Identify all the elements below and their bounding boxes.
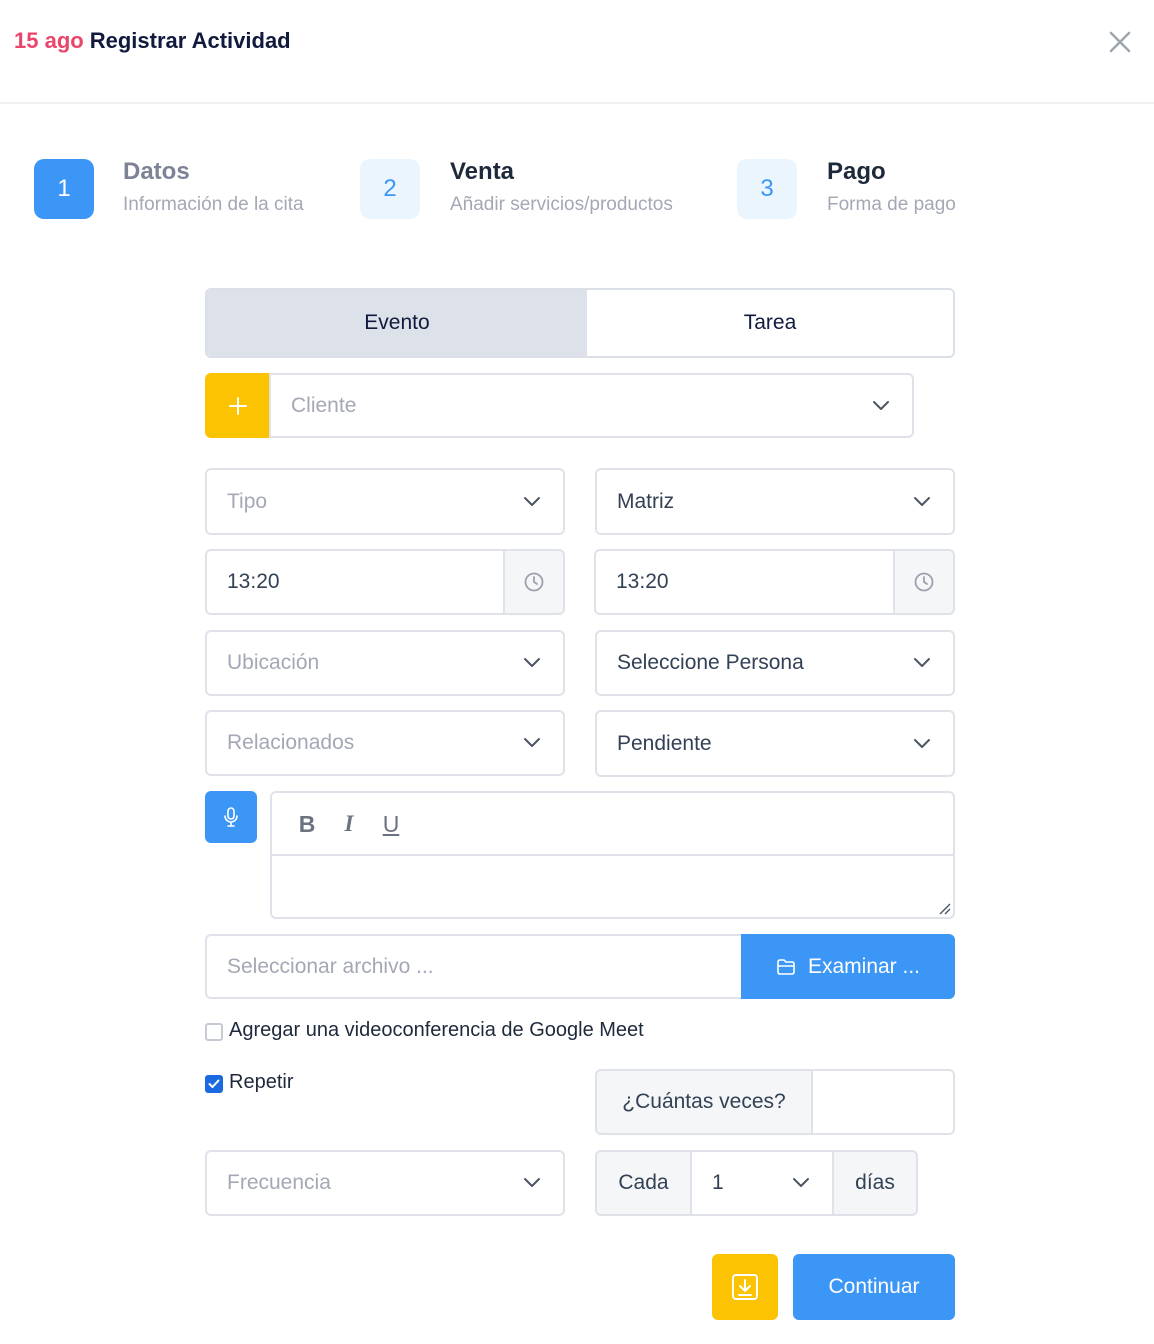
repetir-checkbox[interactable] (205, 1075, 223, 1093)
underline-button[interactable]: U (376, 809, 406, 839)
chevron-down-icon (914, 738, 930, 748)
estado-value: Pendiente (617, 731, 712, 755)
tab-tarea[interactable]: Tarea (587, 290, 953, 356)
client-placeholder: Cliente (291, 393, 357, 417)
cada-unit-addon: días (832, 1150, 918, 1216)
file-placeholder: Seleccionar archivo ... (227, 954, 434, 978)
cada-interval-select[interactable]: 1 (690, 1150, 834, 1216)
dictation-button[interactable] (205, 791, 257, 843)
step-3-subtitle: Forma de pago (827, 194, 956, 215)
chevron-down-icon (524, 496, 540, 506)
notes-editor[interactable]: B I U (270, 791, 955, 919)
start-time-picker-button[interactable] (503, 549, 565, 615)
bold-icon: B (298, 810, 316, 837)
frecuencia-select[interactable]: Frecuencia (205, 1150, 565, 1216)
end-time-value: 13:20 (616, 570, 669, 593)
continue-label: Continuar (828, 1275, 920, 1298)
clock-icon (524, 572, 544, 592)
veces-label-addon: ¿Cuántas veces? (595, 1069, 813, 1135)
persona-value: Seleccione Persona (617, 651, 804, 674)
close-icon[interactable] (1104, 26, 1136, 58)
frecuencia-placeholder: Frecuencia (227, 1171, 331, 1194)
start-time-value: 13:20 (227, 570, 280, 593)
step-1-title: Datos (123, 158, 190, 185)
ubicacion-select[interactable]: Ubicación (205, 630, 565, 696)
chevron-down-icon (914, 658, 930, 667)
cada-value: 1 (712, 1171, 724, 1194)
title-text: Registrar Actividad (89, 28, 291, 53)
estado-select[interactable]: Pendiente (595, 710, 955, 777)
save-draft-button[interactable] (712, 1254, 778, 1320)
cada-prefix: Cada (618, 1171, 669, 1194)
step-2-title: Venta (450, 158, 515, 185)
tipo-placeholder: Tipo (227, 489, 268, 513)
continue-button[interactable]: Continuar (793, 1254, 955, 1320)
step-3-badge[interactable]: 3 (737, 159, 797, 219)
bold-button[interactable]: B (292, 809, 322, 839)
chevron-down-icon (524, 658, 540, 667)
activity-type-tabs: Evento Tarea (205, 288, 955, 358)
file-input[interactable]: Seleccionar archivo ... (205, 934, 745, 999)
resize-handle-icon[interactable] (937, 901, 951, 915)
client-select[interactable]: Cliente (269, 373, 914, 438)
title-date: 15 ago (14, 28, 84, 53)
add-client-button[interactable] (205, 373, 271, 438)
underline-icon: U (382, 810, 400, 837)
google-meet-label: Agregar una videoconferencia de Google M… (229, 1019, 644, 1041)
browse-file-button[interactable]: Examinar ... (741, 934, 955, 999)
italic-button[interactable]: I (334, 809, 364, 839)
cada-label-addon: Cada (595, 1150, 692, 1216)
step-3-title: Pago (827, 158, 886, 185)
download-save-icon (732, 1274, 758, 1300)
step-2-number: 2 (383, 175, 397, 202)
step-3-number: 3 (760, 175, 774, 202)
cada-suffix: días (855, 1171, 895, 1194)
matriz-select[interactable]: Matriz (595, 468, 955, 535)
chevron-down-icon (914, 496, 930, 506)
plus-icon (229, 396, 247, 415)
ubicacion-placeholder: Ubicación (227, 651, 320, 674)
chevron-down-icon (524, 738, 540, 747)
relacionados-placeholder: Relacionados (227, 731, 355, 754)
tipo-select[interactable]: Tipo (205, 468, 565, 535)
chevron-down-icon (524, 1178, 540, 1187)
editor-toolbar: B I U (272, 793, 953, 856)
step-1-number: 1 (57, 175, 71, 202)
step-2-badge[interactable]: 2 (360, 159, 420, 219)
tab-evento[interactable]: Evento (207, 290, 587, 356)
google-meet-checkbox[interactable] (205, 1023, 223, 1041)
chevron-down-icon (873, 400, 889, 410)
persona-select[interactable]: Seleccione Persona (595, 630, 955, 696)
italic-icon: I (344, 811, 354, 836)
clock-icon (914, 572, 934, 592)
relacionados-select[interactable]: Relacionados (205, 710, 565, 776)
chevron-down-icon (793, 1178, 809, 1187)
veces-input[interactable] (811, 1069, 955, 1135)
end-time-input[interactable]: 13:20 (594, 549, 895, 615)
repetir-label: Repetir (229, 1071, 294, 1093)
microphone-icon (224, 807, 238, 827)
browse-label: Examinar ... (807, 954, 921, 978)
step-2-subtitle: Añadir servicios/productos (450, 194, 673, 215)
modal-title: 15 ago Registrar Actividad (14, 28, 291, 54)
step-1-subtitle: Información de la cita (123, 194, 304, 215)
checkmark-icon (208, 1079, 220, 1088)
start-time-input[interactable]: 13:20 (205, 549, 505, 615)
folder-icon (777, 958, 795, 975)
end-time-picker-button[interactable] (893, 549, 955, 615)
matriz-value: Matriz (617, 489, 675, 513)
step-1-badge[interactable]: 1 (34, 159, 94, 219)
veces-label: ¿Cuántas veces? (622, 1090, 786, 1113)
